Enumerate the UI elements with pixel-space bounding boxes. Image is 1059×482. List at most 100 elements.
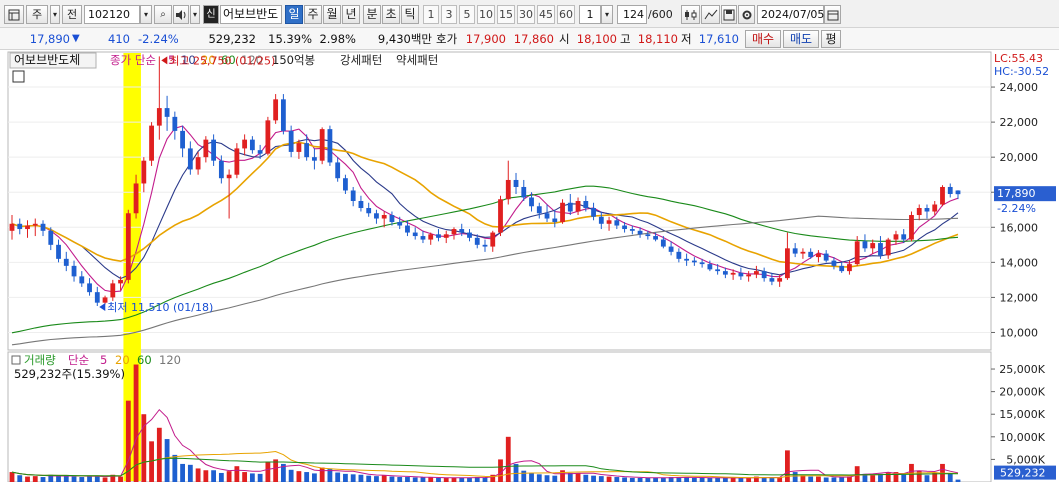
candle-body [79,276,85,284]
pattern-label[interactable]: 강세패턴 [340,53,382,67]
draw-tool-icon[interactable] [701,5,720,24]
interval-5[interactable]: 5 [459,5,475,24]
speaker-icon[interactable] [173,5,189,24]
candle-body [498,199,503,233]
candle-body [591,208,596,217]
search-icon[interactable]: ⌕ [154,5,172,24]
candle-body [203,139,209,158]
volume-legend-item[interactable]: 5 [100,353,107,367]
speaker-dropdown-icon[interactable]: ▾ [190,5,200,24]
price-change: 410 [108,32,130,46]
period-minute[interactable]: 분 [363,5,381,24]
ask-label: 호가 [436,32,458,46]
volume-bar [482,477,488,482]
period-second[interactable]: 초 [382,5,400,24]
calendar-icon[interactable] [824,5,841,24]
hc-label: HC:-30.52 [994,65,1049,78]
volume-bar [63,476,69,482]
period-month[interactable]: 월 [323,5,341,24]
interval-3[interactable]: 3 [441,5,457,24]
candle-body [312,157,317,161]
period-year[interactable]: 년 [342,5,360,24]
interval-15[interactable]: 15 [497,5,515,24]
min-price-label: 최저 11,510 (01/18) [107,301,213,314]
date-input[interactable]: 2024/07/05 [757,5,824,24]
pattern-label[interactable]: 약세패턴 [396,53,438,67]
candle-body [567,202,573,212]
candle-body [71,265,77,277]
volume-bar [505,436,511,482]
volume-bar [226,471,232,482]
mode-dropdown-icon[interactable]: ▾ [50,5,60,24]
candle-body [847,264,852,272]
volume-bar [87,476,92,482]
candle-body [280,99,286,131]
buy-button[interactable]: 매수 [745,30,781,48]
chart-area[interactable]: 24,00022,00020,00018,00016,00014,00012,0… [0,50,1059,482]
volume-bar [746,477,752,482]
candle-body [436,234,441,238]
candle-body [172,116,178,131]
candle-body [544,213,550,219]
volume-ratio: 2.98% [319,32,356,46]
gear-icon[interactable] [738,5,755,24]
last-price-percent: -2.24% [997,202,1036,215]
candle-body [552,218,558,223]
stock-name: 어보브반도 [220,5,282,24]
candle-body [110,283,116,298]
pattern-label[interactable]: 150억봉 [272,53,315,67]
volume-legend-item[interactable]: 120 [159,353,181,367]
save-icon[interactable] [721,5,737,24]
candle-body [629,229,635,231]
candle-body [195,157,201,170]
candle-body [118,279,123,284]
stock-code-input[interactable]: 102120 [84,5,140,24]
interval-value[interactable]: 1 [579,5,601,24]
volume-bar [288,469,294,482]
volume-bar [397,477,403,482]
candle-body [940,186,945,205]
interval-45[interactable]: 45 [537,5,555,24]
period-day[interactable]: 일 [285,5,303,24]
volume-bar [211,470,217,482]
interval-1[interactable]: 1 [423,5,439,24]
code-dropdown-icon[interactable]: ▾ [140,5,152,24]
period-week[interactable]: 주 [304,5,322,24]
period-tick[interactable]: 틱 [401,5,419,24]
volume-bar [536,474,542,482]
candle-body [598,216,604,224]
price-tick-label: 16,000 [1000,221,1039,234]
volume-legend-item[interactable]: 거래량 [24,353,56,367]
layout-icon[interactable] [4,5,24,24]
volume-legend-item[interactable]: 20 [115,353,130,367]
interval-30[interactable]: 30 [517,5,535,24]
price-tick-label: 10,000 [1000,326,1039,339]
volume-bar [583,474,589,482]
interval-60[interactable]: 60 [557,5,575,24]
volume-bar [816,476,821,482]
price-legend-item[interactable]: 종가 단순 [110,53,156,67]
candle-body [94,292,100,303]
volume-bar [242,472,248,482]
volume-bar [498,459,503,482]
volume-bar [350,474,356,482]
volume-bar [420,477,426,482]
sell-button[interactable]: 매도 [783,30,819,48]
volume-bar [405,477,410,482]
interval-dropdown-icon[interactable]: ▾ [601,5,613,24]
volume-legend-item[interactable]: 60 [137,353,152,367]
count-input[interactable]: 124 [617,5,647,24]
price-volume-chart[interactable]: 24,00022,00020,00018,00016,00014,00012,0… [0,50,1059,482]
mode-button[interactable]: 주 [26,5,48,24]
candle-body [816,253,821,258]
eval-button[interactable]: 평 [821,30,841,48]
candle-body [288,130,294,152]
interval-10[interactable]: 10 [477,5,495,24]
prev-button[interactable]: 전 [62,5,82,24]
volume-bar [412,477,418,482]
candle-body [48,230,54,245]
high-label: 고 [620,32,631,46]
indicator-icon[interactable] [681,5,700,24]
volume-legend-item[interactable]: 단순 [68,353,89,367]
lc-label: LC:55.43 [994,52,1043,65]
